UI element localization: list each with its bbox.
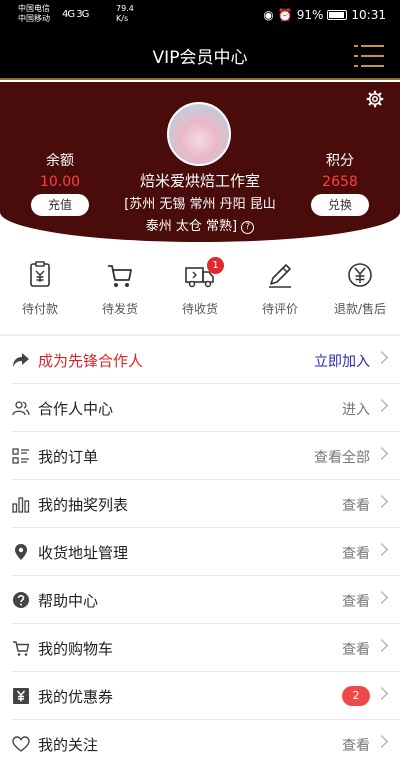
eye-icon: ◉ <box>263 8 274 22</box>
cart-icon <box>13 641 30 656</box>
balance-value: 10.00 <box>39 174 81 190</box>
carrier-info: 中国电信 中国移动 <box>18 4 50 24</box>
points-label: 积分 <box>326 153 354 169</box>
item-label: 帮助中心 <box>38 592 99 610</box>
order-pending-review[interactable]: 待评价 <box>240 256 320 330</box>
order-status-bar: 待付款 待发货 1 待收货 待评价 退款/售后 <box>0 256 400 330</box>
heart-icon <box>12 736 30 752</box>
page-title: VIP会员中心 <box>152 48 248 68</box>
balance-block: 余额 10.00 充值 <box>20 150 100 216</box>
item-label: 收货地址管理 <box>38 544 129 562</box>
item-action: 查看 <box>342 738 370 754</box>
item-label: 成为先锋合作人 <box>38 352 144 370</box>
network-speed: 79.4 K/s <box>116 4 134 24</box>
bar-chart-icon <box>12 497 30 513</box>
location-pin-icon <box>15 544 27 560</box>
item-action: 查看 <box>342 498 370 514</box>
menu-icon[interactable] <box>354 45 384 67</box>
clock: 10:31 <box>351 8 386 22</box>
notification-badge: 1 <box>207 257 224 274</box>
order-pending-payment[interactable]: 待付款 <box>0 256 80 330</box>
chevron-right-icon <box>375 447 388 460</box>
cart-icon <box>108 265 132 287</box>
order-pending-receipt[interactable]: 1 待收货 <box>160 256 240 330</box>
item-label: 我的订单 <box>38 448 99 466</box>
list-icon <box>12 448 29 464</box>
chevron-right-icon <box>375 543 388 556</box>
balance-label: 余额 <box>46 153 74 169</box>
title-bar: VIP会员中心 <box>0 30 400 80</box>
points-value: 2658 <box>322 174 358 190</box>
signal-indicator: 4G 3G <box>62 9 89 20</box>
item-action: 进入 <box>342 402 370 418</box>
list-item-cart[interactable]: 我的购物车 查看 <box>12 624 400 672</box>
battery-icon <box>327 10 348 20</box>
item-label: 我的抽奖列表 <box>38 496 129 514</box>
shop-area: [苏州 无锡 常州 丹阳 昆山 泰州 太仓 常熟] ? <box>110 194 290 238</box>
item-label: 我的购物车 <box>38 640 114 658</box>
speed-unit: K/s <box>116 14 129 23</box>
order-label: 待评价 <box>261 302 298 316</box>
users-icon <box>12 401 30 416</box>
recharge-button[interactable]: 充值 <box>31 194 89 216</box>
coupon-icon <box>13 688 29 704</box>
profile-header: 焙米爱烘焙工作室 [苏州 无锡 常州 丹阳 昆山 泰州 太仓 常熟] ? 余额 … <box>0 82 400 242</box>
list-item-my-orders[interactable]: 我的订单 查看全部 <box>12 432 400 480</box>
item-action: 查看 <box>342 594 370 610</box>
list-item-lottery[interactable]: 我的抽奖列表 查看 <box>12 480 400 528</box>
chevron-right-icon <box>375 351 388 364</box>
chevron-right-icon <box>375 735 388 748</box>
list-item-partner-center[interactable]: 合作人中心 进入 <box>12 384 400 432</box>
list-item-address[interactable]: 收货地址管理 查看 <box>12 528 400 576</box>
order-label: 待付款 <box>21 302 58 316</box>
item-action: 查看 <box>342 546 370 562</box>
battery-percent: 91% <box>296 8 324 22</box>
chevron-right-icon <box>375 687 388 700</box>
carrier-2: 中国移动 <box>18 14 50 23</box>
carrier-1: 中国电信 <box>18 4 50 13</box>
order-label: 待发货 <box>101 302 138 316</box>
item-label: 我的关注 <box>38 736 99 754</box>
area-line-1: [苏州 无锡 常州 丹阳 昆山 <box>124 197 276 212</box>
points-block: 积分 2658 兑换 <box>300 150 380 216</box>
help-icon <box>13 592 29 608</box>
chevron-right-icon <box>375 495 388 508</box>
help-question-icon[interactable]: ? <box>241 221 255 234</box>
status-bar: 中国电信 中国移动 4G 3G 79.4 K/s ◉ ⏰ 91% 10:31 <box>0 0 400 30</box>
payment-icon <box>30 261 50 287</box>
list-item-following[interactable]: 我的关注 查看 <box>12 720 400 768</box>
status-right: ◉ ⏰ 91% 10:31 <box>263 8 386 22</box>
area-line-2: 泰州 太仓 常熟] <box>145 219 238 234</box>
pencil-icon <box>269 264 291 288</box>
avatar[interactable] <box>167 102 231 166</box>
coupon-count-badge: 2 <box>342 686 370 706</box>
item-label: 我的优惠券 <box>38 688 114 706</box>
list-item-coupons[interactable]: 我的优惠券 2 <box>12 672 400 720</box>
menu-list: 成为先锋合作人 立即加入 合作人中心 进入 我的订单 查看全部 我的抽奖列表 查… <box>0 336 400 768</box>
chevron-right-icon <box>375 399 388 412</box>
chevron-right-icon <box>375 591 388 604</box>
order-refund[interactable]: 退款/售后 <box>320 256 400 330</box>
order-label: 待收货 <box>181 302 218 316</box>
speed-value: 79.4 <box>116 4 134 13</box>
chevron-right-icon <box>375 639 388 652</box>
redeem-button[interactable]: 兑换 <box>311 194 369 216</box>
order-label: 退款/售后 <box>333 302 387 316</box>
item-label: 合作人中心 <box>38 400 114 418</box>
list-item-become-partner[interactable]: 成为先锋合作人 立即加入 <box>12 336 400 384</box>
share-arrow-icon <box>13 353 29 367</box>
settings-gear-icon[interactable] <box>366 90 384 108</box>
item-action: 立即加入 <box>314 354 370 370</box>
item-action: 查看 <box>342 642 370 658</box>
item-action: 查看全部 <box>314 450 370 466</box>
order-pending-shipment[interactable]: 待发货 <box>80 256 160 330</box>
yuan-icon <box>348 263 372 287</box>
alarm-icon: ⏰ <box>277 8 293 22</box>
list-item-help[interactable]: 帮助中心 查看 <box>12 576 400 624</box>
